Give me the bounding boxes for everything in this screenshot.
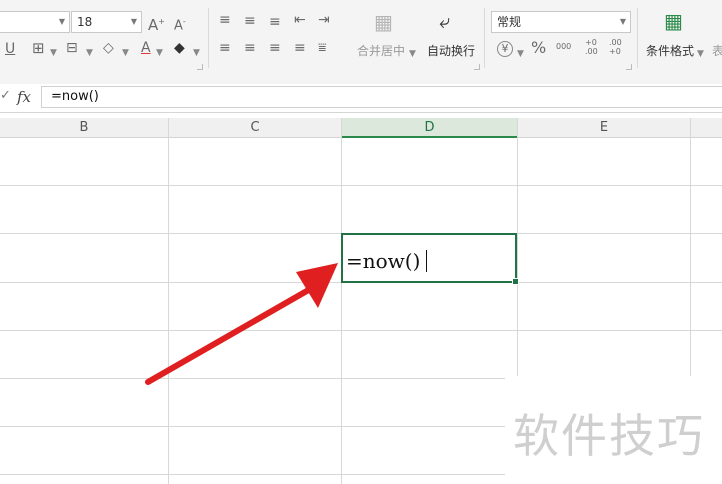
merge-center-button[interactable]: 合并居中 [357, 42, 405, 59]
justify-icon[interactable]: ≡ [294, 40, 306, 56]
grid-line [0, 330, 722, 331]
border-icon[interactable]: ⊞ [32, 40, 45, 56]
align-middle-icon[interactable]: ≡ [244, 13, 256, 29]
grid-line [0, 185, 722, 186]
divider [484, 8, 485, 68]
divider [208, 8, 209, 68]
percent-icon[interactable]: % [531, 40, 546, 56]
align-right-icon[interactable]: ≡ [269, 40, 281, 56]
group-launcher-icon[interactable] [626, 64, 632, 70]
merge-center-icon[interactable]: ▦ [374, 12, 393, 32]
decrease-decimal-icon[interactable]: .00 +0 [609, 38, 627, 56]
currency-icon[interactable]: ¥ [497, 41, 513, 57]
align-top-icon[interactable]: ≡ [219, 12, 231, 28]
cell-editor-text[interactable]: =now() [346, 249, 428, 273]
align-left-icon[interactable]: ≡ [219, 40, 231, 56]
increase-decimal-icon[interactable]: +0 .00 [585, 38, 603, 56]
underline-icon[interactable]: U [5, 41, 15, 57]
font-color-icon[interactable]: A [141, 40, 151, 56]
align-bottom-icon[interactable]: ≡ [269, 14, 281, 30]
chevron-down-icon[interactable]: ▼ [122, 45, 129, 61]
number-format-select[interactable]: 常规 ▼ [491, 11, 631, 33]
wrap-text-icon[interactable]: ⤶ [439, 11, 450, 31]
chevron-down-icon: ▼ [58, 17, 65, 26]
column-header-d[interactable]: D [342, 118, 517, 138]
column-header-f[interactable] [691, 118, 722, 138]
cell-value: =now() [346, 249, 421, 273]
ribbon-toolbar: ▼ 18 ▼ A+ A- U ⊞ ▼ ⊟ ▼ ◇ ▼ A ▼ ◆ ▼ ≡ ≡ ≡… [0, 0, 722, 85]
indent-decrease-icon[interactable]: ⇤ [294, 12, 306, 28]
formula-bar: ✓ fx =now() [0, 84, 722, 113]
confirm-icon[interactable]: ✓ [0, 88, 11, 103]
table-style-button[interactable]: 表 [712, 42, 722, 59]
column-header-c[interactable]: C [169, 118, 341, 138]
chevron-down-icon[interactable]: ▼ [193, 45, 200, 61]
wrap-text-button[interactable]: 自动换行 [427, 42, 475, 59]
chevron-down-icon[interactable]: ▼ [86, 45, 93, 61]
divider [637, 8, 638, 68]
grid-line [341, 118, 342, 484]
column-header-e[interactable]: E [518, 118, 690, 138]
column-header-b[interactable]: B [0, 118, 168, 138]
chevron-down-icon: ▼ [619, 17, 626, 26]
watermark: 软件技巧 [505, 376, 722, 484]
increase-font-icon[interactable]: A+ [148, 14, 165, 33]
chevron-down-icon[interactable]: ▼ [409, 46, 416, 62]
grid-line [168, 118, 169, 484]
conditional-format-button[interactable]: 条件格式 [646, 42, 694, 59]
eraser-icon[interactable]: ◆ [174, 40, 185, 56]
font-size-select[interactable]: 18 ▼ [71, 11, 142, 33]
chevron-down-icon: ▼ [130, 17, 137, 26]
align-center-icon[interactable]: ≡ [244, 40, 256, 56]
chevron-down-icon[interactable]: ▼ [517, 46, 524, 62]
number-format-value: 常规 [497, 15, 522, 29]
distributed-align-icon[interactable]: ⩸ [318, 40, 327, 56]
active-cell-d[interactable]: =now() [341, 233, 519, 285]
font-size-value: 18 [77, 15, 93, 29]
decrease-font-icon[interactable]: A- [174, 14, 186, 34]
formula-input[interactable]: =now() [41, 86, 722, 108]
conditional-format-icon[interactable]: ▦ [664, 11, 683, 31]
group-launcher-icon[interactable] [197, 64, 203, 70]
watermark-text: 软件技巧 [513, 409, 705, 463]
fill-color-icon[interactable]: ◇ [103, 40, 114, 56]
font-name-select[interactable]: ▼ [0, 11, 70, 33]
chevron-down-icon[interactable]: ▼ [697, 46, 704, 62]
text-caret [426, 250, 428, 272]
chevron-down-icon[interactable]: ▼ [156, 45, 163, 61]
fill-handle[interactable] [512, 278, 519, 285]
insert-function-button[interactable]: fx [17, 88, 31, 106]
group-launcher-icon[interactable] [474, 64, 480, 70]
indent-increase-icon[interactable]: ⇥ [318, 12, 330, 28]
thousands-separator-icon[interactable]: 000 [556, 39, 571, 55]
cell-style-icon[interactable]: ⊟ [66, 40, 78, 56]
chevron-down-icon[interactable]: ▼ [50, 45, 57, 61]
